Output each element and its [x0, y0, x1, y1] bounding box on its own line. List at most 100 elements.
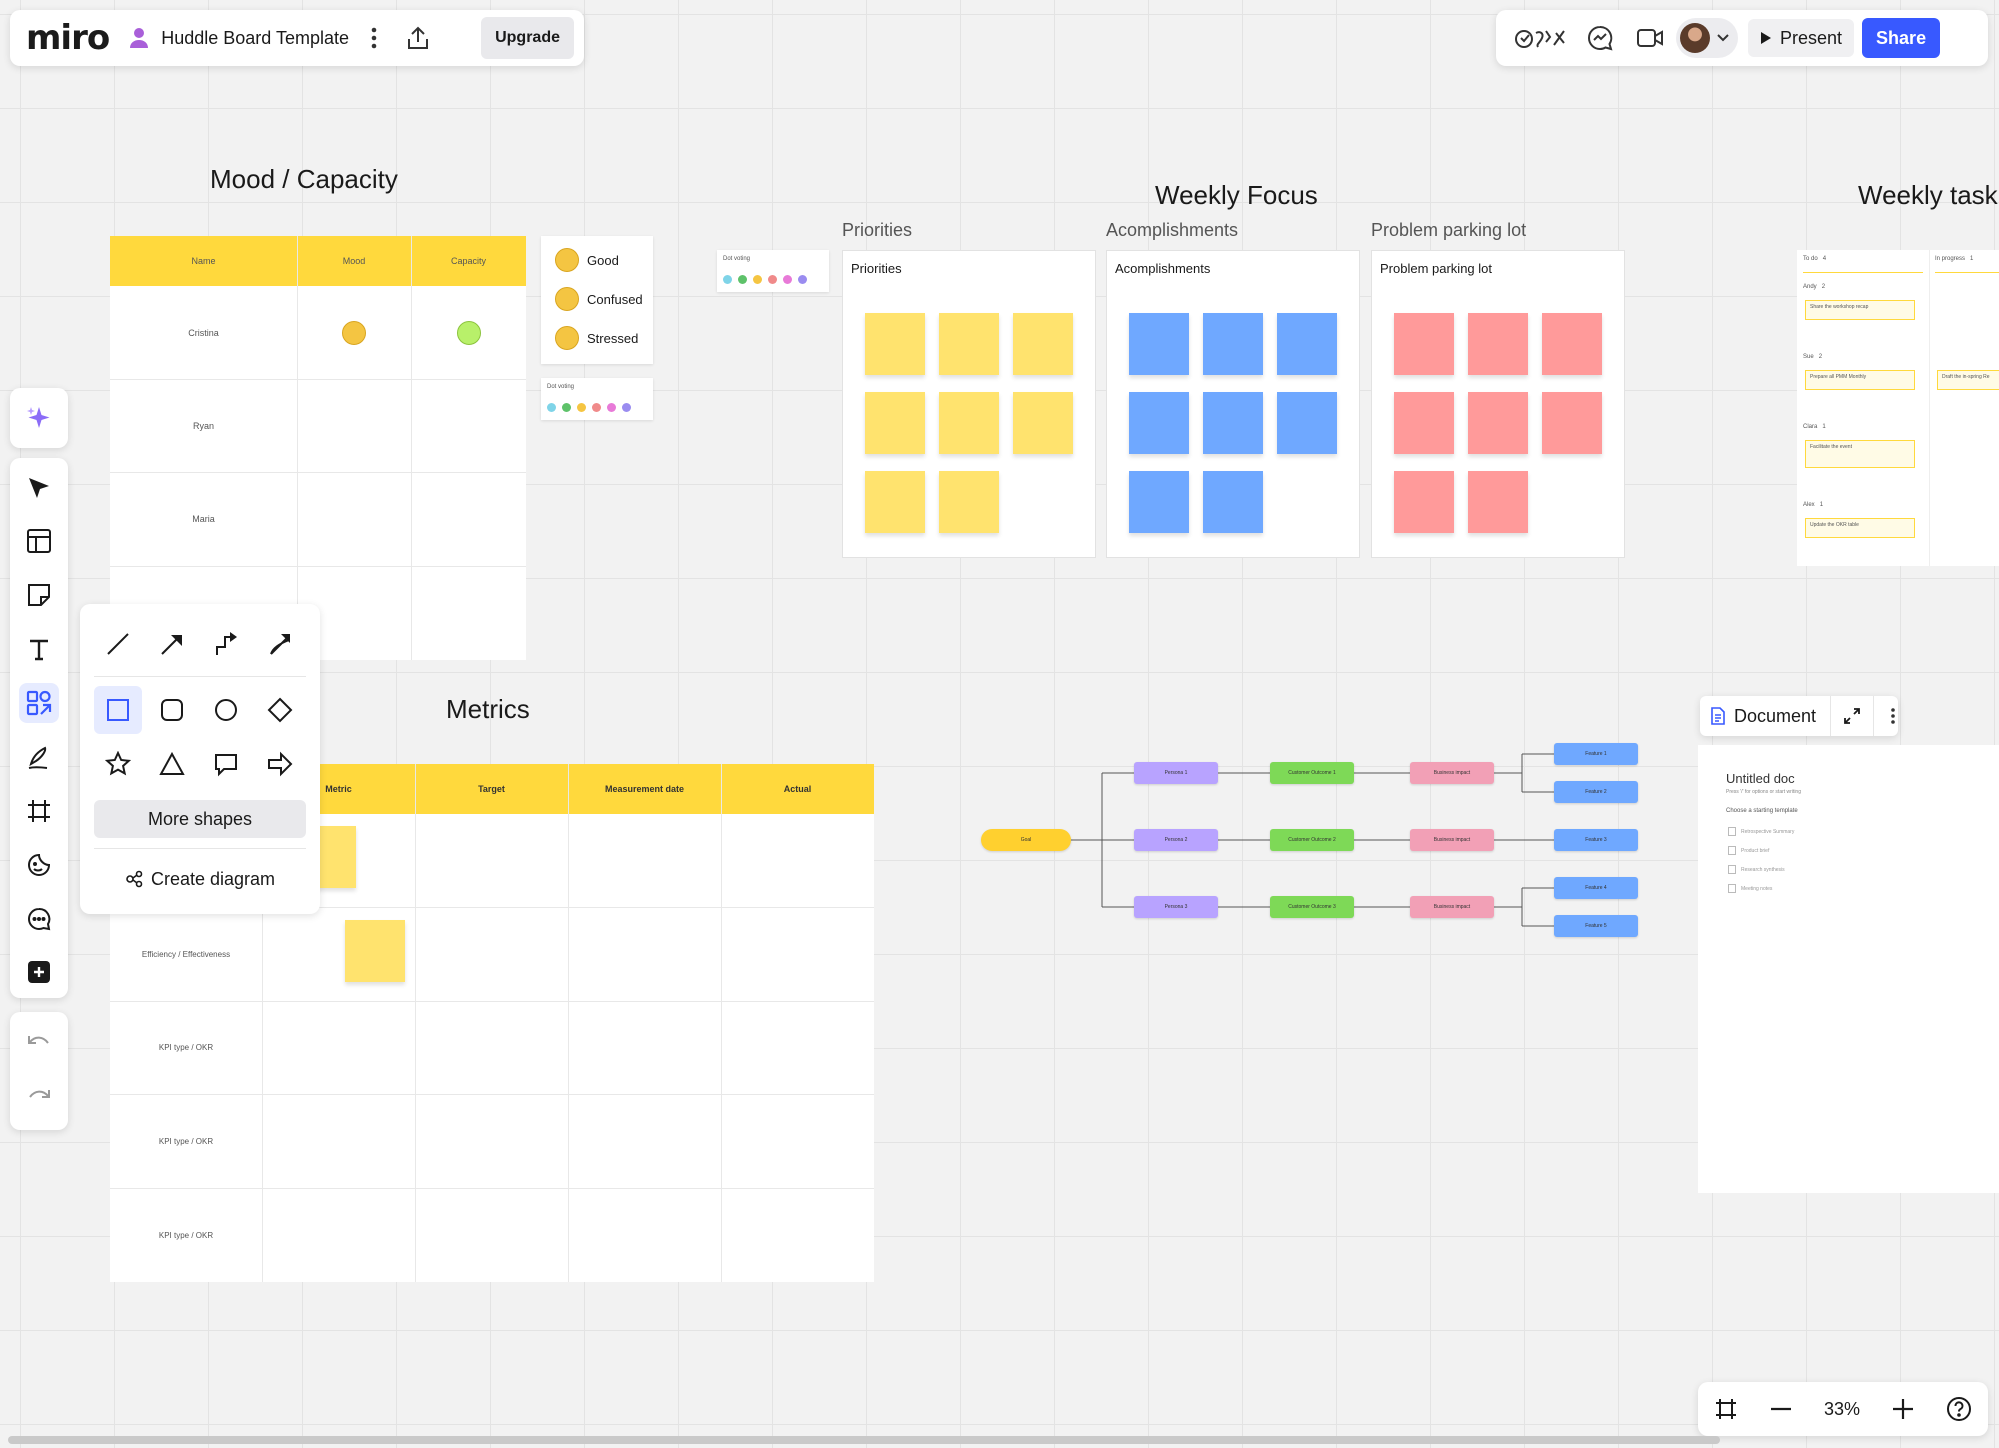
vote-dot[interactable]	[738, 275, 747, 284]
star-icon[interactable]	[94, 740, 142, 788]
sticky-note[interactable]	[1129, 313, 1189, 375]
sticky-note[interactable]	[865, 471, 925, 533]
feature-node[interactable]: Feature 1	[1554, 743, 1638, 765]
doc-template-item[interactable]: Retrospective Summary	[1728, 827, 1794, 836]
sticky-note[interactable]	[939, 392, 999, 454]
sticky-note[interactable]	[1468, 471, 1528, 533]
task-card[interactable]: Share the workshop recap	[1805, 300, 1915, 320]
stickers-icon[interactable]	[19, 845, 59, 885]
impact-node[interactable]: Business impact	[1410, 762, 1494, 784]
weekly-tasks-board[interactable]: To do 4 In progress 1 Andy 2 Share the w…	[1797, 250, 1999, 566]
vote-dot[interactable]	[622, 403, 631, 412]
export-icon[interactable]	[405, 25, 431, 51]
expand-icon[interactable]	[1843, 707, 1861, 725]
task-card[interactable]: Facilitate the event	[1805, 440, 1915, 468]
arrow-icon[interactable]	[148, 620, 196, 668]
vote-dot[interactable]	[753, 275, 762, 284]
persona-node[interactable]: Persona 2	[1134, 829, 1218, 851]
task-card[interactable]: Update the OKR table	[1805, 518, 1915, 538]
sticky-note[interactable]	[1468, 313, 1528, 375]
document-label[interactable]: Document	[1734, 706, 1816, 727]
dot-voting-card[interactable]: Dot voting	[541, 378, 653, 420]
upgrade-button[interactable]: Upgrade	[481, 17, 574, 59]
vote-dot[interactable]	[798, 275, 807, 284]
sticky-note[interactable]	[939, 471, 999, 533]
sticky-note[interactable]	[345, 920, 405, 982]
impact-node[interactable]: Business impact	[1410, 829, 1494, 851]
line-icon[interactable]	[94, 620, 142, 668]
ai-sparkle-icon[interactable]	[19, 398, 59, 438]
persona-node[interactable]: Persona 3	[1134, 896, 1218, 918]
present-button[interactable]: Present	[1748, 19, 1855, 57]
templates-icon[interactable]	[19, 521, 59, 561]
help-icon[interactable]	[1946, 1396, 1972, 1422]
shapes-icon[interactable]	[19, 683, 59, 723]
sticky-note[interactable]	[1203, 392, 1263, 454]
sticky-note-icon[interactable]	[19, 575, 59, 615]
sticky-note[interactable]	[1203, 313, 1263, 375]
elbow-connector-icon[interactable]	[202, 620, 250, 668]
priorities-frame[interactable]: Priorities	[842, 250, 1096, 558]
more-options-icon[interactable]	[371, 27, 377, 49]
rounded-rectangle-icon[interactable]	[148, 686, 196, 734]
vote-dot[interactable]	[562, 403, 571, 412]
task-card[interactable]: Prepare all PMM Monthly	[1805, 370, 1915, 390]
frame-icon[interactable]	[19, 791, 59, 831]
goal-node[interactable]: Goal	[981, 829, 1071, 851]
create-diagram-button[interactable]: Create diagram	[94, 860, 306, 898]
feature-node[interactable]: Feature 4	[1554, 877, 1638, 899]
speech-bubble-icon[interactable]	[202, 740, 250, 788]
document-body[interactable]: Untitled doc Press '/' for options or st…	[1698, 745, 1999, 1193]
feature-node[interactable]: Feature 3	[1554, 829, 1638, 851]
impact-node[interactable]: Business impact	[1410, 896, 1494, 918]
mood-legend[interactable]: Good Confused Stressed	[541, 236, 653, 364]
sticky-note[interactable]	[1468, 392, 1528, 454]
outcome-node[interactable]: Customer Outcome 2	[1270, 829, 1354, 851]
video-call-icon[interactable]	[1636, 27, 1664, 49]
share-button[interactable]: Share	[1862, 18, 1941, 58]
arrow-shape-icon[interactable]	[256, 740, 304, 788]
doc-template-item[interactable]: Research synthesis	[1728, 865, 1785, 874]
reactions-icon[interactable]	[1514, 25, 1568, 51]
horizontal-scrollbar[interactable]	[8, 1436, 1720, 1444]
sticky-note[interactable]	[1129, 471, 1189, 533]
sticky-note[interactable]	[1203, 471, 1263, 533]
parking-lot-frame[interactable]: Problem parking lot	[1371, 250, 1625, 558]
sticky-note[interactable]	[1013, 313, 1073, 375]
vote-dot[interactable]	[592, 403, 601, 412]
zoom-in-icon[interactable]	[1892, 1398, 1914, 1420]
vote-dot[interactable]	[577, 403, 586, 412]
select-cursor-icon[interactable]	[19, 468, 59, 508]
pen-icon[interactable]	[19, 737, 59, 777]
redo-icon[interactable]	[19, 1076, 59, 1116]
feature-node[interactable]: Feature 2	[1554, 781, 1638, 803]
more-shapes-button[interactable]: More shapes	[94, 800, 306, 838]
dot-voting-card[interactable]: Dot voting	[717, 250, 829, 292]
more-options-icon[interactable]	[1890, 707, 1896, 725]
vote-dot[interactable]	[768, 275, 777, 284]
miro-logo[interactable]: miro	[26, 18, 110, 58]
sticky-note[interactable]	[1129, 392, 1189, 454]
comment-icon[interactable]	[19, 899, 59, 939]
sticky-note[interactable]	[1542, 392, 1602, 454]
text-icon[interactable]	[19, 629, 59, 669]
board-title[interactable]: Huddle Board Template	[161, 28, 349, 49]
zoom-out-icon[interactable]	[1770, 1407, 1792, 1411]
task-card[interactable]: Draft the in-spring Re	[1937, 370, 1999, 390]
curved-arrow-icon[interactable]	[256, 620, 304, 668]
sticky-note[interactable]	[1394, 313, 1454, 375]
sticky-note[interactable]	[1277, 313, 1337, 375]
doc-template-item[interactable]: Meeting notes	[1728, 884, 1772, 893]
accomplishments-frame[interactable]: Acomplishments	[1106, 250, 1360, 558]
zoom-level[interactable]: 33%	[1824, 1399, 1860, 1420]
vote-dot[interactable]	[783, 275, 792, 284]
sticky-note[interactable]	[939, 313, 999, 375]
capacity-dot[interactable]	[456, 320, 481, 345]
doc-template-item[interactable]: Product brief	[1728, 846, 1769, 855]
vote-dot[interactable]	[607, 403, 616, 412]
fit-to-screen-icon[interactable]	[1714, 1397, 1738, 1421]
sticky-note[interactable]	[1394, 392, 1454, 454]
outcome-node[interactable]: Customer Outcome 3	[1270, 896, 1354, 918]
outcome-node[interactable]: Customer Outcome 1	[1270, 762, 1354, 784]
sticky-note[interactable]	[1013, 392, 1073, 454]
